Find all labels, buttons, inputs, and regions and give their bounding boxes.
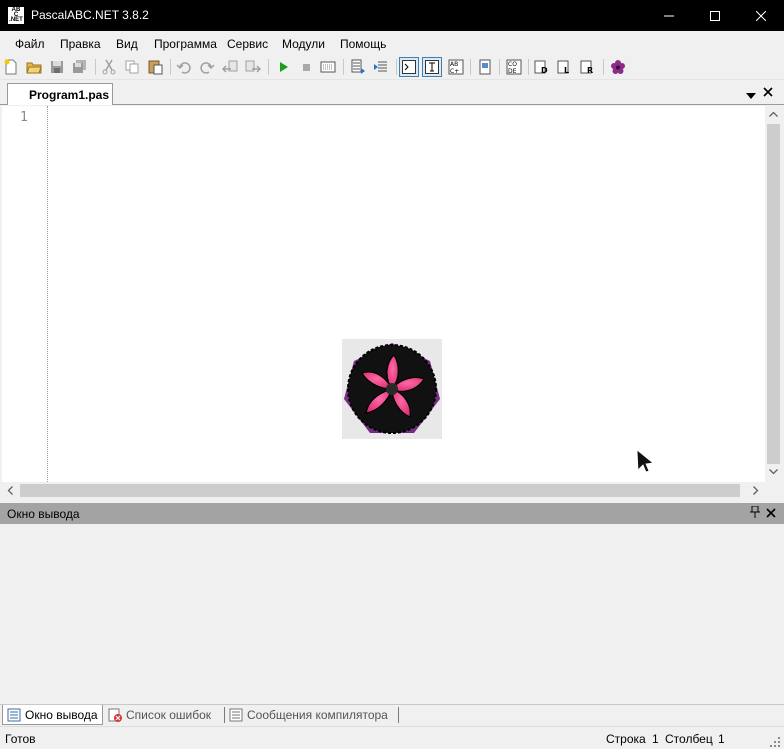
tab-error-list-label: Список ошибок (126, 708, 212, 722)
new-file-icon[interactable] (1, 57, 21, 77)
paste-icon[interactable] (145, 57, 165, 77)
loading-splash-logo (342, 339, 442, 439)
minimize-button[interactable] (646, 0, 692, 31)
scrollbar-corner (765, 482, 782, 499)
svg-text:R: R (587, 66, 593, 75)
status-column-label: Столбец (665, 732, 713, 746)
svg-text:AB: AB (450, 61, 458, 68)
cut-icon[interactable] (99, 57, 119, 77)
svg-text:CO: CO (508, 61, 517, 68)
tab-output-window[interactable]: Окно вывода (2, 705, 103, 725)
scroll-right-icon[interactable] (753, 486, 759, 495)
title-bar: AB C .NET PascalABC.NET 3.8.2 (0, 0, 784, 31)
save-icon[interactable] (47, 57, 67, 77)
run-icon[interactable] (273, 57, 293, 77)
open-icon[interactable] (24, 57, 44, 77)
tab-output-label: Окно вывода (25, 707, 98, 722)
compile-icon[interactable] (318, 57, 338, 77)
resize-grip-icon[interactable] (770, 736, 780, 749)
debug-l-icon[interactable]: L (555, 57, 575, 77)
close-output-icon[interactable] (766, 507, 776, 521)
scroll-down-icon[interactable] (769, 469, 778, 475)
status-line-label: Строка (606, 732, 646, 746)
toolbar-separator (343, 59, 344, 75)
close-window-button[interactable] (738, 0, 784, 31)
svg-text:D: D (541, 66, 548, 75)
toolbar-separator (528, 59, 529, 75)
menu-edit[interactable]: Правка (60, 37, 101, 51)
abc-icon[interactable]: AB C+ (446, 57, 466, 77)
tab-compiler-messages-label: Сообщения компилятора (247, 708, 388, 722)
stop-icon[interactable] (296, 57, 316, 77)
toolbar-separator (268, 59, 269, 75)
mouse-cursor (636, 449, 656, 476)
compiler-messages-icon (229, 708, 243, 722)
debug-d-icon[interactable]: D (532, 57, 552, 77)
debug-r-icon[interactable]: R (578, 57, 598, 77)
status-line-value: 1 (652, 732, 659, 746)
menu-modules[interactable]: Модули (282, 37, 325, 51)
line-number-gutter: 1 (2, 106, 48, 482)
document-tab-strip: Program1.pas (0, 80, 784, 105)
menu-file[interactable]: Файл (15, 37, 45, 51)
toolbar: AB C+ CO DE D L R (0, 55, 784, 80)
vertical-scrollbar[interactable] (765, 106, 782, 482)
tab-label: Program1.pas (29, 88, 110, 102)
text-icon[interactable] (422, 57, 442, 77)
svg-text:DE: DE (508, 68, 517, 75)
close-tab-icon[interactable] (763, 86, 773, 100)
tab-list-dropdown-icon[interactable] (746, 88, 756, 102)
output-window-header: Окно вывода (0, 503, 784, 524)
flower-icon[interactable] (608, 57, 628, 77)
tab-error-list[interactable]: Список ошибок (104, 705, 222, 725)
menu-bar: Файл Правка Вид Программа Сервис Модули … (0, 31, 784, 55)
copy-icon[interactable] (122, 57, 142, 77)
horizontal-scrollbar[interactable] (2, 482, 765, 499)
scroll-left-icon[interactable] (7, 486, 13, 495)
status-ready: Готов (5, 732, 36, 746)
maximize-button[interactable] (692, 0, 738, 31)
status-bar: Готов Строка 1 Столбец 1 (0, 726, 784, 749)
tab-program1[interactable]: Program1.pas (7, 83, 113, 105)
svg-text:C+: C+ (450, 68, 459, 75)
scroll-up-icon[interactable] (769, 111, 778, 117)
save-all-icon[interactable] (70, 57, 90, 77)
undo-icon[interactable] (174, 57, 194, 77)
debug-step-icon[interactable] (348, 57, 368, 77)
status-column-value: 1 (718, 732, 725, 746)
app-logo-icon: AB C .NET (8, 7, 24, 24)
debug-step-over-icon[interactable] (371, 57, 391, 77)
toolbar-separator (470, 59, 471, 75)
menu-program[interactable]: Программа (154, 37, 217, 51)
toolbar-separator (499, 59, 500, 75)
code-icon[interactable]: CO DE (504, 57, 524, 77)
line-number: 1 (20, 110, 28, 125)
window-title: PascalABC.NET 3.8.2 (31, 8, 149, 22)
vertical-scroll-thumb[interactable] (767, 124, 780, 464)
menu-service[interactable]: Сервис (227, 37, 268, 51)
horizontal-scroll-thumb[interactable] (20, 484, 740, 497)
menu-view[interactable]: Вид (116, 37, 138, 51)
console-icon[interactable] (399, 57, 419, 77)
bottom-panel-tabs: Окно вывода Список ошибок Сообщения комп… (0, 704, 784, 725)
output-window-body[interactable] (2, 524, 782, 704)
form-icon[interactable] (475, 57, 495, 77)
back-icon[interactable] (220, 57, 240, 77)
tab-compiler-messages[interactable]: Сообщения компилятора (225, 705, 397, 725)
error-list-icon (108, 708, 122, 722)
svg-text:L: L (564, 66, 569, 75)
toolbar-separator (170, 59, 171, 75)
toolbar-separator (396, 59, 397, 75)
tab-separator (398, 707, 399, 723)
menu-help[interactable]: Помощь (340, 37, 386, 51)
pin-icon[interactable] (750, 505, 760, 521)
forward-icon[interactable] (243, 57, 263, 77)
toolbar-separator (95, 59, 96, 75)
redo-icon[interactable] (197, 57, 217, 77)
toolbar-separator (603, 59, 604, 75)
output-window-icon (7, 708, 21, 722)
output-window-title: Окно вывода (7, 507, 80, 521)
